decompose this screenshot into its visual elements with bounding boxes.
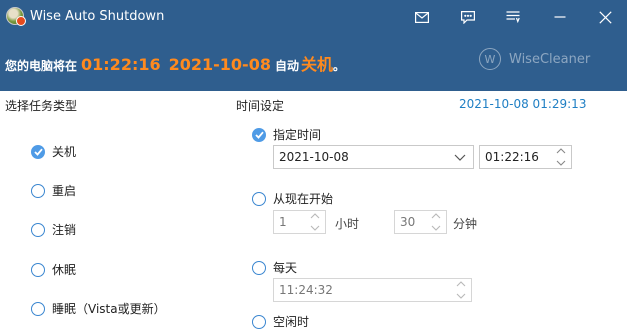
time-option-from-now-label: 从现在开始 — [273, 192, 334, 206]
radio-unchecked[interactable] — [31, 222, 45, 237]
shutdown-banner: 您的电脑将在 01:22:16 2021-10-08 自动 关机 。 — [5, 51, 345, 74]
check-icon — [33, 148, 43, 156]
spin-buttons[interactable] — [455, 280, 467, 300]
mail-icon — [415, 11, 429, 23]
app-title: Wise Auto Shutdown — [30, 9, 165, 24]
hours-unit-label: 小时 — [335, 217, 360, 231]
task-option-hibernate[interactable]: 睡眠（Vista或更新） — [31, 300, 166, 317]
spin-up-icon[interactable] — [455, 280, 467, 288]
chevron-down-icon[interactable] — [453, 150, 467, 164]
radio-unchecked[interactable] — [252, 191, 266, 206]
task-label-logoff: 注销 — [52, 223, 77, 237]
feedback-button[interactable] — [455, 4, 481, 30]
hours-value: 1 — [279, 215, 287, 229]
feedback-icon — [461, 10, 475, 24]
time-option-idle[interactable]: 空闲时 — [252, 313, 309, 330]
minutes-spinner[interactable]: 30 — [394, 210, 447, 234]
time-option-specified[interactable]: 指定时间 — [252, 126, 321, 143]
time-value: 01:22:16 — [485, 150, 539, 164]
time-option-daily-label: 每天 — [273, 261, 298, 275]
wisecleaner-logo-text: WiseCleaner — [509, 51, 591, 67]
hours-spinner[interactable]: 1 — [273, 210, 326, 234]
spin-buttons[interactable] — [430, 212, 442, 232]
date-value: 2021-10-08 — [279, 150, 349, 164]
menu-button[interactable] — [500, 4, 526, 30]
minimize-icon — [554, 16, 566, 18]
task-option-restart[interactable]: 重启 — [31, 182, 76, 199]
time-option-daily[interactable]: 每天 — [252, 259, 297, 276]
spin-up-icon[interactable] — [430, 212, 442, 220]
minimize-button[interactable] — [547, 4, 573, 30]
banner-auto: 自动 — [274, 59, 299, 73]
radio-checked[interactable] — [31, 144, 45, 159]
spin-up-icon[interactable] — [309, 212, 321, 220]
banner-time: 01:22:16 — [81, 55, 161, 74]
close-icon — [598, 10, 612, 24]
task-label-sleep: 休眠 — [52, 263, 77, 277]
task-label-shutdown: 关机 — [52, 145, 77, 159]
check-icon — [254, 131, 264, 139]
minutes-value: 30 — [400, 215, 416, 229]
time-option-specified-label: 指定时间 — [273, 128, 322, 142]
close-button[interactable] — [592, 4, 618, 30]
radio-unchecked[interactable] — [31, 262, 45, 277]
daily-time-value: 11:24:32 — [279, 283, 333, 297]
spin-down-icon[interactable] — [455, 292, 467, 300]
banner-prefix: 您的电脑将在 — [5, 59, 78, 73]
date-picker[interactable]: 2021-10-08 — [273, 145, 474, 169]
mail-button[interactable] — [409, 4, 435, 30]
spin-down-icon[interactable] — [430, 224, 442, 232]
wisecleaner-logo[interactable]: W WiseCleaner — [479, 48, 590, 70]
time-option-idle-label: 空闲时 — [273, 315, 310, 329]
task-option-logoff[interactable]: 注销 — [31, 221, 76, 238]
banner-action: 关机 — [300, 55, 333, 74]
app-logo-icon — [6, 7, 26, 26]
radio-unchecked[interactable] — [31, 183, 45, 198]
time-option-from-now[interactable]: 从现在开始 — [252, 190, 333, 207]
radio-unchecked[interactable] — [252, 260, 266, 275]
minutes-unit-label: 分钟 — [453, 217, 478, 231]
radio-unchecked[interactable] — [31, 301, 45, 316]
task-option-shutdown[interactable]: 关机 — [31, 143, 76, 160]
task-label-restart: 重启 — [52, 184, 77, 198]
daily-time-spinner[interactable]: 11:24:32 — [273, 278, 472, 302]
radio-unchecked[interactable] — [252, 314, 266, 329]
banner-suffix: 。 — [332, 59, 345, 73]
banner-date: 2021-10-08 — [168, 55, 271, 74]
task-type-title: 选择任务类型 — [5, 99, 78, 113]
current-time: 2021-10-08 01:29:13 — [459, 97, 587, 111]
spin-up-icon[interactable] — [555, 147, 567, 155]
header: Wise Auto Shutdown 您的电脑将在 01:22:16 2021-… — [0, 0, 627, 91]
spin-down-icon[interactable] — [309, 224, 321, 232]
radio-checked[interactable] — [252, 127, 266, 142]
menu-icon — [506, 11, 520, 23]
time-spinner[interactable]: 01:22:16 — [479, 145, 572, 169]
task-option-sleep[interactable]: 休眠 — [31, 261, 76, 278]
task-label-hibernate: 睡眠（Vista或更新） — [52, 302, 166, 316]
spin-buttons[interactable] — [555, 147, 567, 167]
title-bar: Wise Auto Shutdown — [0, 0, 627, 34]
spin-down-icon[interactable] — [555, 159, 567, 167]
time-setting-title: 时间设定 — [236, 99, 285, 113]
spin-buttons[interactable] — [309, 212, 321, 232]
wisecleaner-logo-icon: W — [479, 48, 501, 70]
